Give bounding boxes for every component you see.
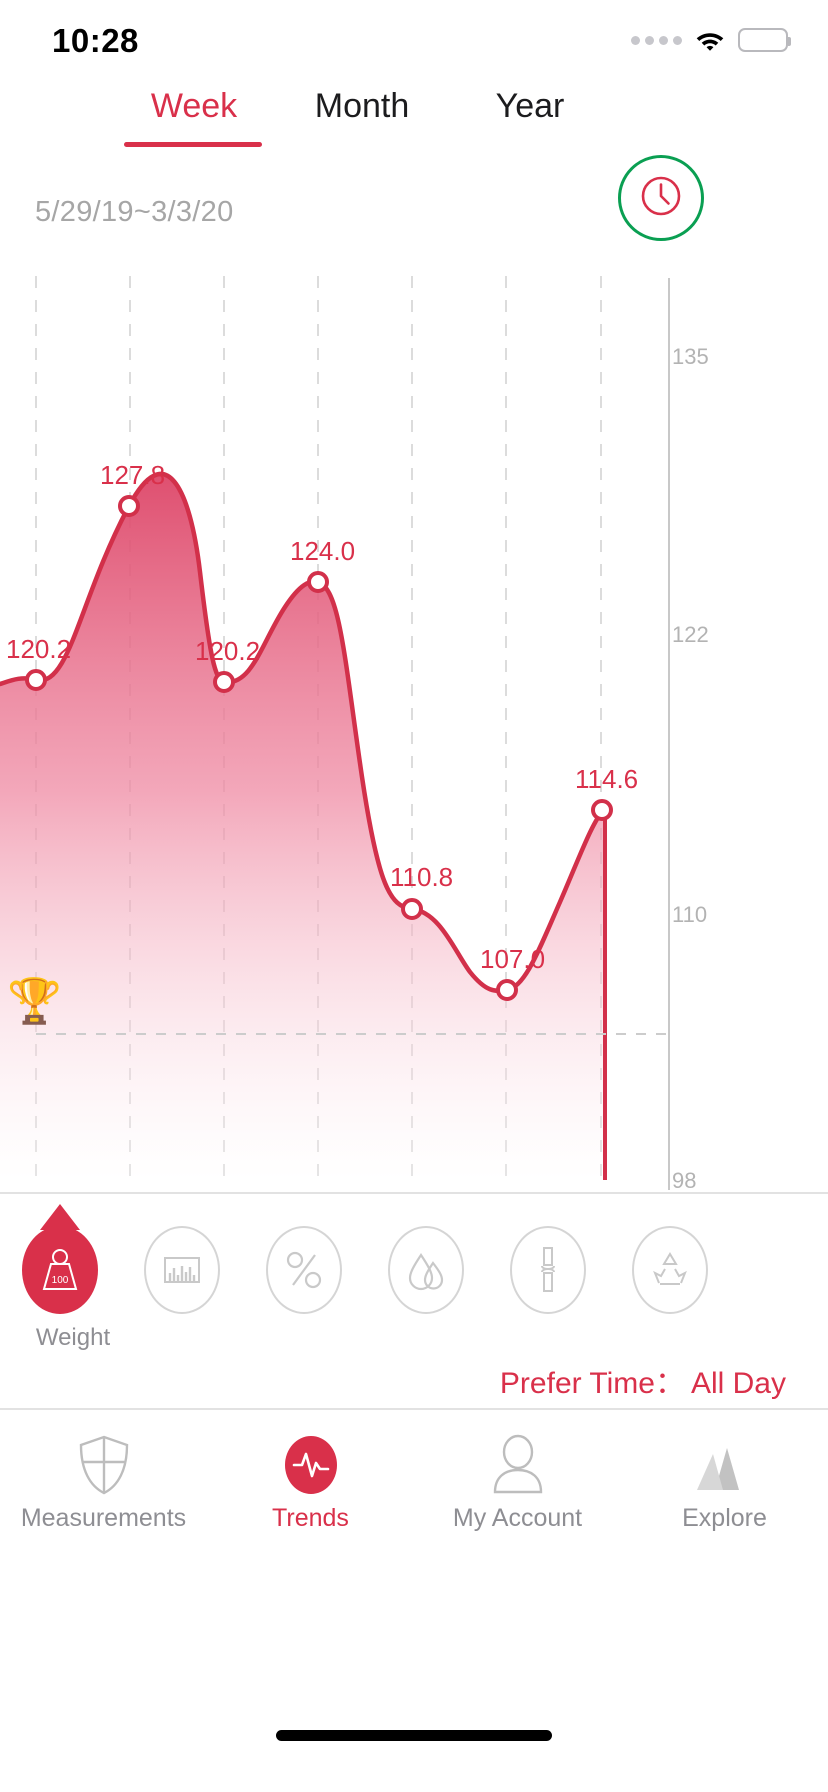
- period-tab-bar: Week Month Year: [0, 80, 828, 241]
- tab-month[interactable]: Month: [278, 80, 446, 140]
- metric-weight[interactable]: 100 Weight: [22, 1204, 114, 1351]
- nav-label-my-account: My Account: [452, 1504, 583, 1532]
- battery-icon: [738, 28, 791, 52]
- bar-chart-icon: [144, 1226, 220, 1314]
- metric-body-fat[interactable]: [266, 1212, 358, 1314]
- trophy-icon: 🏆: [7, 977, 62, 1026]
- y-tick-3: 98: [672, 1168, 697, 1193]
- nav-item-trends[interactable]: Trends: [207, 1428, 414, 1548]
- point-label-2: 120.2: [195, 636, 261, 666]
- nav-item-explore[interactable]: Explore: [621, 1428, 828, 1548]
- y-tick-1: 122: [672, 622, 709, 647]
- home-indicator: [276, 1730, 552, 1741]
- point-label-3: 124.0: [290, 536, 356, 566]
- point-label-6: 114.6: [575, 764, 639, 794]
- point-label-5: 107.0: [480, 944, 546, 974]
- clock-icon: [638, 173, 684, 224]
- weight-trend-chart[interactable]: 135 122 110 98 120.2 127.8 120.2 124.0 1…: [0, 262, 828, 1193]
- metric-selector: 100 Weight: [0, 1204, 828, 1351]
- point-label-0: 120.2: [6, 634, 72, 664]
- recycle-icon: [632, 1226, 708, 1314]
- nav-label-measurements: Measurements: [20, 1504, 187, 1532]
- metric-recycle[interactable]: [632, 1212, 724, 1314]
- point-label-1: 127.8: [100, 460, 166, 490]
- person-icon: [414, 1428, 621, 1496]
- date-range-label: 5/29/19~3/3/20: [35, 196, 234, 228]
- water-drop-icon: [388, 1226, 464, 1314]
- chart-area-fill: [0, 473, 605, 1180]
- tab-year[interactable]: Year: [446, 80, 614, 140]
- prefer-time-label: Prefer Time：: [499, 1367, 685, 1400]
- chart-y-tick-labels: 135 122 110 98: [672, 262, 762, 1193]
- tab-active-indicator: [124, 142, 262, 147]
- prefer-time-value[interactable]: All Day: [691, 1367, 786, 1400]
- weight-scale-icon: 100: [22, 1226, 98, 1314]
- status-bar-time: 10:28: [52, 22, 139, 59]
- metric-water[interactable]: [388, 1212, 480, 1314]
- mountain-icon: [621, 1428, 828, 1496]
- nav-item-my-account[interactable]: My Account: [414, 1428, 621, 1548]
- nav-label-trends: Trends: [272, 1504, 349, 1532]
- bone-joint-icon: [510, 1226, 586, 1314]
- signal-dots-icon: [631, 35, 682, 45]
- metric-weight-label: Weight: [35, 1324, 111, 1351]
- chart-y-axis: [668, 278, 670, 1190]
- heartbeat-icon: [207, 1428, 414, 1496]
- chart-bottom-divider: [0, 1192, 828, 1194]
- clock-button[interactable]: [618, 155, 704, 241]
- shield-icon: [0, 1428, 207, 1496]
- y-tick-2: 110: [672, 902, 708, 927]
- wifi-icon: [695, 29, 725, 51]
- tab-week[interactable]: Week: [110, 80, 278, 140]
- status-bar: 10:28: [0, 0, 828, 78]
- nav-label-explore: Explore: [682, 1504, 767, 1532]
- svg-text:100: 100: [52, 1275, 69, 1286]
- app-root: 10:28 Week Month Year 5/29/19~3/3/20 135…: [0, 0, 828, 1792]
- prefer-time-row[interactable]: Prefer Time： All Day: [500, 1358, 786, 1402]
- metric-bmi[interactable]: [144, 1212, 236, 1314]
- nav-item-measurements[interactable]: Measurements: [0, 1428, 207, 1548]
- percent-icon: [266, 1226, 342, 1314]
- y-tick-0: 135: [672, 344, 709, 369]
- status-bar-indicators: [631, 28, 791, 52]
- point-label-4: 110.8: [390, 862, 454, 892]
- metric-bone[interactable]: [510, 1212, 602, 1314]
